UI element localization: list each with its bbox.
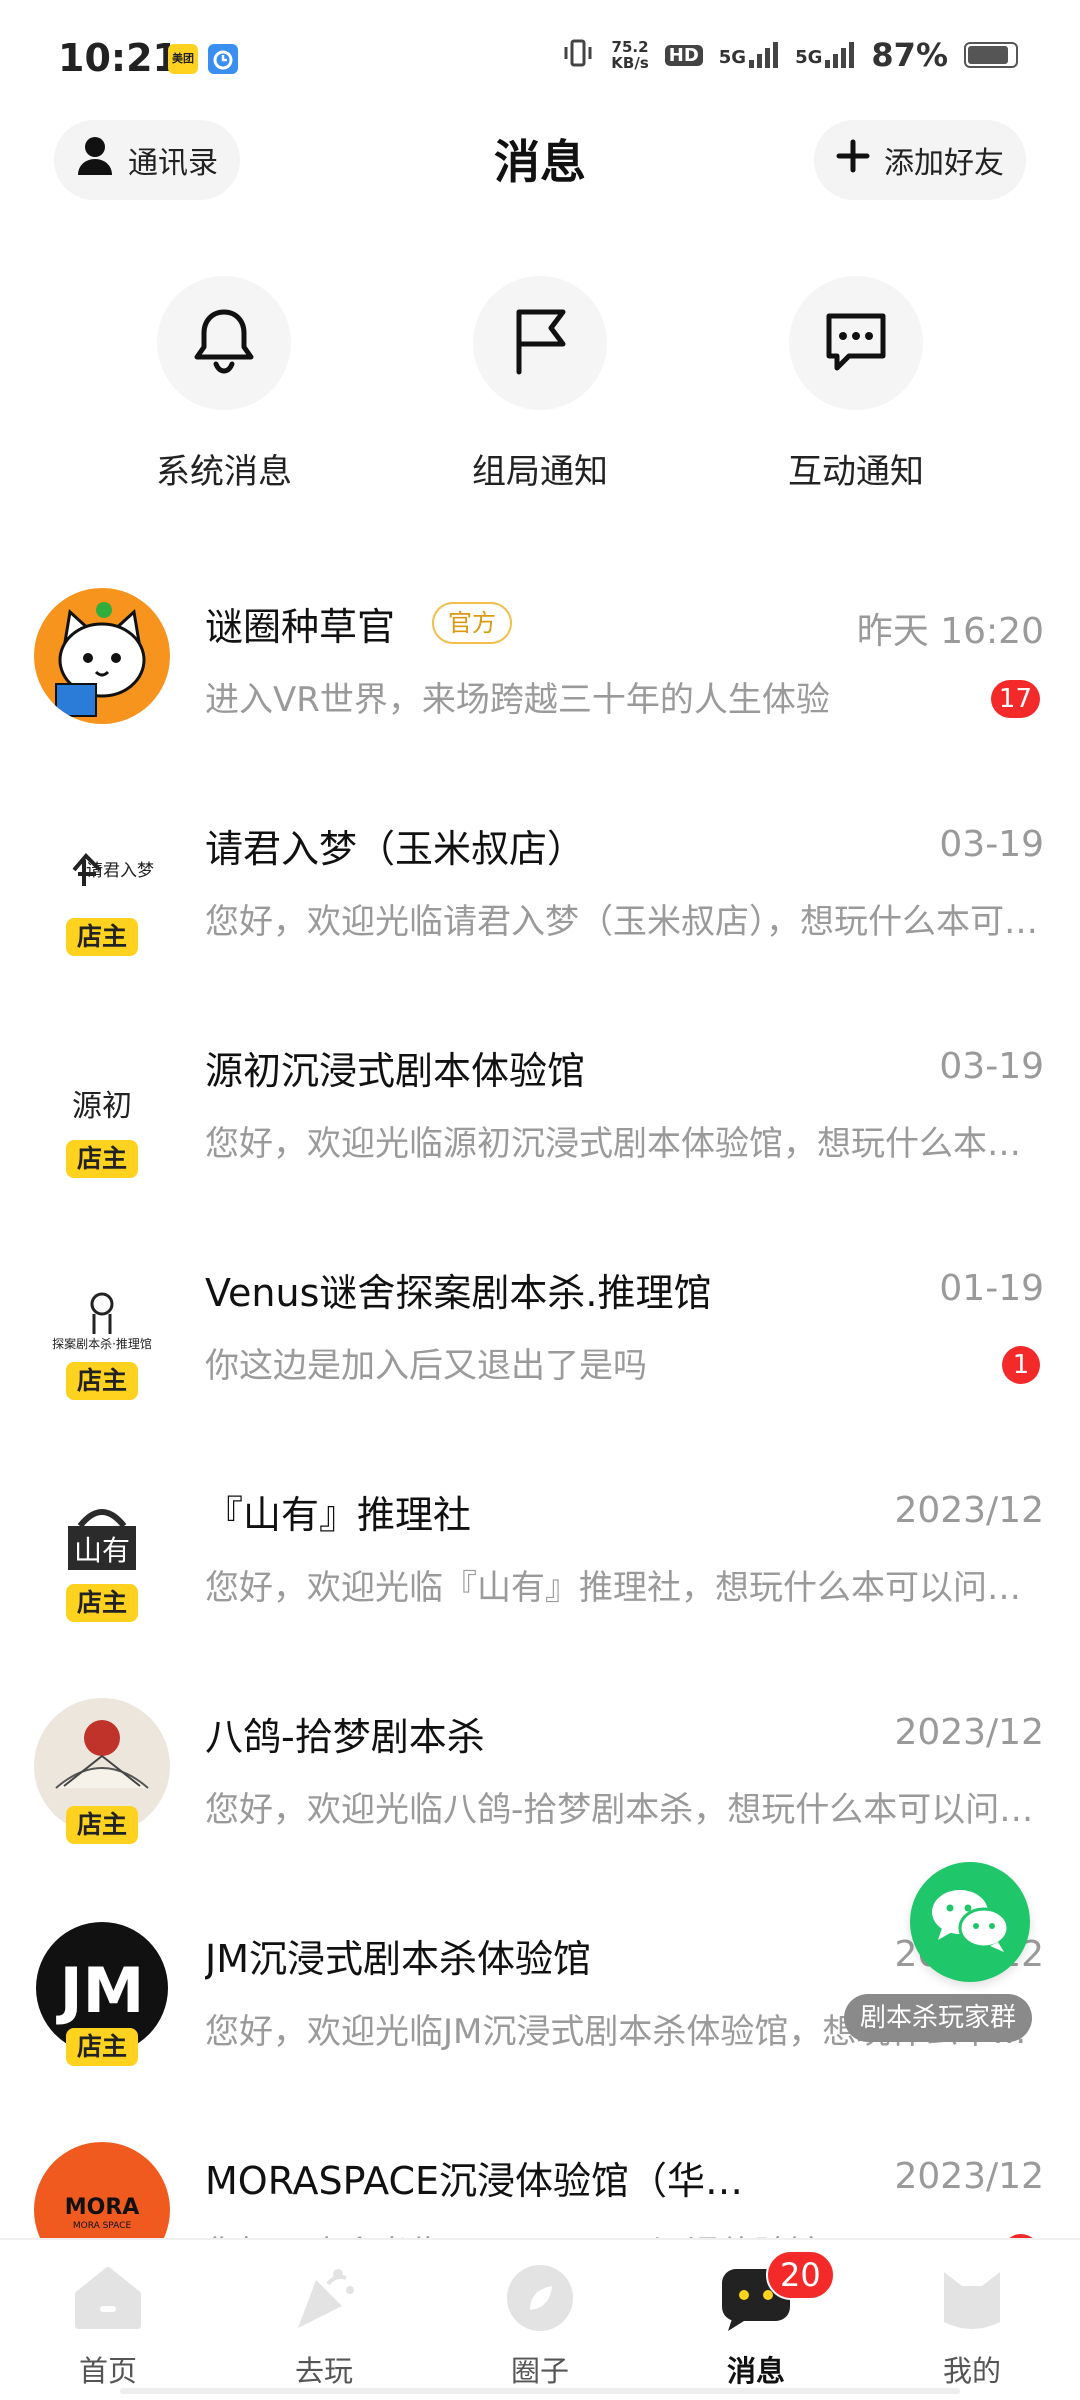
avatar (34, 588, 170, 724)
conversation-name: JM沉浸式剧本杀体验馆 (205, 1937, 591, 1981)
home-icon (70, 2260, 146, 2336)
group-notice-button[interactable]: 组局通知 (440, 276, 640, 493)
avatar-logo-text: JM (56, 1954, 145, 2027)
leaf-icon (502, 2260, 578, 2336)
battery-fill (968, 46, 1008, 64)
network-speed: 75.2 KB/s (611, 39, 648, 71)
wechat-group-label[interactable]: 剧本杀玩家群 (844, 1994, 1033, 2042)
unread-badge: 17 (990, 680, 1040, 718)
avatar-logo-text: 源初 (72, 1089, 132, 1124)
tab-circle-label: 圈子 (510, 2354, 569, 2388)
conversation-item[interactable]: 山有 店主 『山有』推理社 2023/12 您好，欢迎光临『山有』推理社，想玩什… (0, 1456, 1080, 1678)
conversation-item[interactable]: 探案剧本杀·推理馆 店主 Venus谜舍探案剧本杀.推理馆 01-19 你这边是… (0, 1234, 1080, 1456)
bottom-tab-bar: 首页 去玩 圈子 20 消息 我的 (0, 2238, 1080, 2400)
status-indicators: 75.2 KB/s HD 5G 5G 87% (561, 36, 1018, 74)
hd-indicator: HD (664, 44, 703, 66)
store-owner-badge: 店主 (66, 1806, 138, 1844)
store-owner-badge: 店主 (66, 1584, 138, 1622)
cat-face-icon (934, 2260, 1010, 2336)
signal-2: 5G (795, 42, 855, 68)
avatar-logo-subtext: MORA SPACE (73, 2221, 132, 2231)
interaction-notice-label: 互动通知 (788, 452, 924, 492)
bell-icon (191, 306, 257, 380)
conversation-preview: 您好，欢迎光临八鸽-拾梦剧本杀，想玩什么本可以问我哦 (205, 1790, 1045, 1830)
tab-play-label: 去玩 (294, 2354, 353, 2388)
conversation-time: 2023/12 (894, 2156, 1044, 2197)
tab-messages[interactable]: 20 消息 (686, 2250, 835, 2390)
system-messages-button[interactable]: 系统消息 (124, 276, 324, 493)
battery-icon (964, 42, 1018, 68)
conversation-time: 03-19 (939, 1046, 1044, 1087)
store-owner-badge: 店主 (66, 1140, 138, 1178)
tab-circle[interactable]: 圈子 (470, 2260, 610, 2390)
avatar-logo-text: 探案剧本杀·推理馆 (52, 1336, 152, 1351)
party-popper-icon (286, 2260, 362, 2336)
system-messages-circle (157, 276, 291, 410)
system-messages-label: 系统消息 (156, 452, 292, 492)
conversation-time: 2023/12 (894, 1712, 1044, 1753)
conversation-preview: 进入VR世界，来场跨越三十年的人生体验 (205, 680, 830, 720)
flag-icon (507, 306, 573, 380)
network-speed-value: 75.2 (611, 38, 649, 56)
group-notice-circle (473, 276, 607, 410)
conversation-item[interactable]: 谜圈种草官 官方 昨天 16:20 进入VR世界，来场跨越三十年的人生体验 17 (0, 568, 1080, 790)
conversation-name: MORASPACE沉浸体验馆（华… (205, 2159, 744, 2203)
meituan-app-icon: 美团 (168, 44, 198, 74)
tab-home[interactable]: 首页 (38, 2260, 178, 2390)
conversation-name: 请君入梦（玉米叔店） (205, 827, 586, 871)
conversation-preview: 您好，欢迎光临源初沉浸式剧本体验馆，想玩什么本可以问我哦 (205, 1124, 1045, 1164)
signal-1-label: 5G (718, 47, 747, 68)
conversation-preview: 您好，欢迎光临请君入梦（玉米叔店），想玩什么本可以问我哦 (205, 902, 1045, 942)
conversation-name: 八鸽-拾梦剧本杀 (205, 1715, 485, 1759)
conversation-time: 2023/12 (894, 1490, 1044, 1531)
messages-unread-badge: 20 (766, 2250, 835, 2300)
signal-2-label: 5G (795, 47, 823, 68)
plus-icon (836, 139, 870, 181)
group-notice-label: 组局通知 (472, 452, 608, 492)
conversation-time: 01-19 (939, 1268, 1044, 1309)
conversation-item[interactable]: 店主 八鸽-拾梦剧本杀 2023/12 您好，欢迎光临八鸽-拾梦剧本杀，想玩什么… (0, 1678, 1080, 1900)
conversation-preview: 你这边是加入后又退出了是吗 (205, 1346, 647, 1386)
tab-home-label: 首页 (78, 2354, 137, 2388)
store-owner-badge: 店主 (66, 2028, 138, 2066)
official-tag: 官方 (432, 602, 512, 644)
interaction-notice-button[interactable]: 互动通知 (756, 276, 956, 493)
conversation-name: 源初沉浸式剧本体验馆 (205, 1049, 586, 1093)
avatar-logo-text: MORA (65, 2195, 140, 2220)
alarm-app-icon (208, 44, 238, 74)
unread-badge: 1 (1002, 1346, 1040, 1384)
conversation-time: 昨天 16:20 (856, 611, 1044, 652)
store-owner-badge: 店主 (66, 1362, 138, 1400)
vibrate-icon (561, 36, 595, 74)
wechat-group-button[interactable] (910, 1862, 1030, 1982)
conversation-item[interactable]: 请君入梦 店主 请君入梦（玉米叔店） 03-19 您好，欢迎光临请君入梦（玉米叔… (0, 790, 1080, 1012)
add-friend-button[interactable]: 添加好友 (814, 120, 1026, 200)
add-friend-label: 添加好友 (884, 146, 1004, 181)
avatar-logo-text: 山有 (74, 1534, 130, 1567)
wechat-icon (928, 1884, 1012, 1960)
tab-play[interactable]: 去玩 (254, 2260, 394, 2390)
conversation-preview: 您好，欢迎光临『山有』推理社，想玩什么本可以问我哦 (205, 1568, 1045, 1608)
conversation-name: Venus谜舍探案剧本杀.推理馆 (205, 1271, 712, 1315)
interaction-notice-circle (789, 276, 923, 410)
battery-percent: 87% (871, 36, 948, 74)
conversation-name: 谜圈种草官 (205, 605, 396, 649)
network-speed-unit: KB/s (611, 54, 649, 72)
conversation-time: 03-19 (939, 824, 1044, 865)
signal-1: 5G (719, 42, 779, 68)
conversation-name: 『山有』推理社 (205, 1493, 472, 1537)
status-time: 10:21 (58, 36, 179, 80)
tab-me[interactable]: 我的 (902, 2260, 1042, 2390)
chat-bubble-icon (821, 308, 891, 378)
status-bar: 10:21 美团 75.2 KB/s HD 5G 5G 87% (0, 0, 1080, 118)
conversation-item[interactable]: 源初 店主 源初沉浸式剧本体验馆 03-19 您好，欢迎光临源初沉浸式剧本体验馆… (0, 1012, 1080, 1234)
gesture-bar (120, 2388, 960, 2394)
tab-messages-label: 消息 (726, 2354, 785, 2388)
avatar-logo-text: 请君入梦 (86, 861, 154, 881)
store-owner-badge: 店主 (66, 918, 138, 956)
tab-me-label: 我的 (942, 2354, 1001, 2388)
